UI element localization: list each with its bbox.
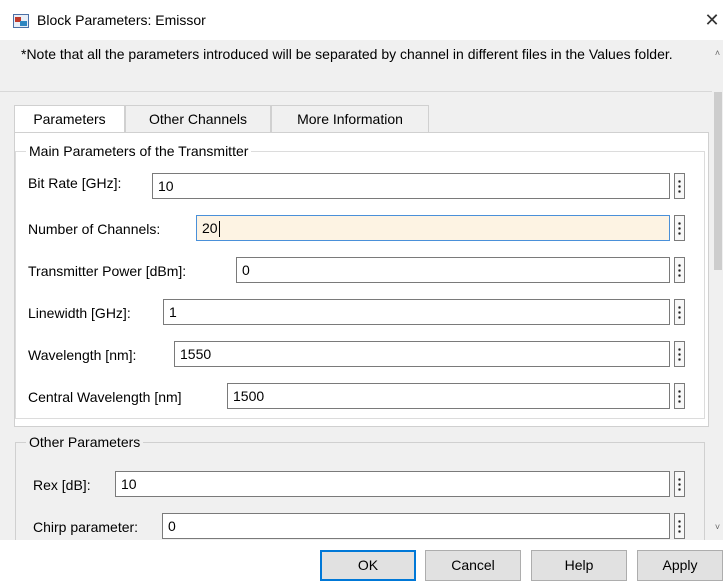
wavelength-input[interactable]: 1550 <box>174 341 670 367</box>
rex-label: Rex [dB]: <box>33 477 91 493</box>
chirp-parameter-options-button[interactable] <box>674 513 685 539</box>
tab-other-channels[interactable]: Other Channels <box>125 105 271 133</box>
help-button[interactable]: Help <box>531 550 627 581</box>
tab-parameters[interactable]: Parameters <box>14 105 125 134</box>
number-of-channels-options-button[interactable] <box>674 215 685 241</box>
close-icon[interactable]: ✕ <box>702 10 722 30</box>
scroll-thumb[interactable] <box>714 92 722 270</box>
wavelength-label: Wavelength [nm]: <box>28 347 137 363</box>
group-title: Other Parameters <box>26 434 144 450</box>
transmitter-power-input[interactable]: 0 <box>236 257 670 283</box>
bit-rate-label: Bit Rate [GHz]: <box>28 175 122 191</box>
more-dots-icon <box>678 221 681 235</box>
central-wavelength-input[interactable]: 1500 <box>227 383 670 409</box>
rex-input[interactable]: 10 <box>115 471 670 497</box>
number-of-channels-label: Number of Channels: <box>28 221 161 237</box>
tab-more-information[interactable]: More Information <box>271 105 429 133</box>
note-text: *Note that all the parameters introduced… <box>21 46 673 62</box>
window-title: Block Parameters: Emissor <box>37 12 206 28</box>
rex-options-button[interactable] <box>674 471 685 497</box>
number-of-channels-input[interactable]: 20 <box>196 215 670 241</box>
title-bar: Block Parameters: Emissor ✕ <box>0 0 723 40</box>
more-dots-icon <box>678 389 681 403</box>
transmitter-power-label: Transmitter Power [dBm]: <box>28 263 187 279</box>
wavelength-options-button[interactable] <box>674 341 685 367</box>
vertical-scrollbar[interactable]: ˄ ˅ <box>712 40 723 540</box>
more-dots-icon <box>678 347 681 361</box>
simulink-block-icon <box>13 14 29 28</box>
group-title: Main Parameters of the Transmitter <box>26 143 252 159</box>
chirp-parameter-label: Chirp parameter: <box>33 519 139 535</box>
dialog-content: *Note that all the parameters introduced… <box>0 40 712 540</box>
linewidth-options-button[interactable] <box>674 299 685 325</box>
more-dots-icon <box>678 305 681 319</box>
dialog-footer: OK Cancel Help Apply <box>0 540 723 581</box>
scroll-up-icon[interactable]: ˄ <box>712 48 723 58</box>
apply-button[interactable]: Apply <box>637 550 723 581</box>
chirp-parameter-input[interactable]: 0 <box>162 513 670 539</box>
more-dots-icon <box>678 179 681 193</box>
linewidth-input[interactable]: 1 <box>163 299 670 325</box>
linewidth-label: Linewidth [GHz]: <box>28 305 131 321</box>
scroll-down-icon[interactable]: ˅ <box>712 522 723 532</box>
bit-rate-options-button[interactable] <box>674 173 685 199</box>
more-dots-icon <box>678 519 681 533</box>
more-dots-icon <box>678 263 681 277</box>
text-caret <box>218 221 220 238</box>
number-of-channels-value: 20 <box>202 220 218 236</box>
more-dots-icon <box>678 477 681 491</box>
central-wavelength-options-button[interactable] <box>674 383 685 409</box>
ok-button[interactable]: OK <box>320 550 416 581</box>
transmitter-power-options-button[interactable] <box>674 257 685 283</box>
central-wavelength-label: Central Wavelength [nm] <box>28 389 182 405</box>
bit-rate-input[interactable]: 10 <box>152 173 670 199</box>
divider <box>0 91 712 92</box>
cancel-button[interactable]: Cancel <box>425 550 521 581</box>
